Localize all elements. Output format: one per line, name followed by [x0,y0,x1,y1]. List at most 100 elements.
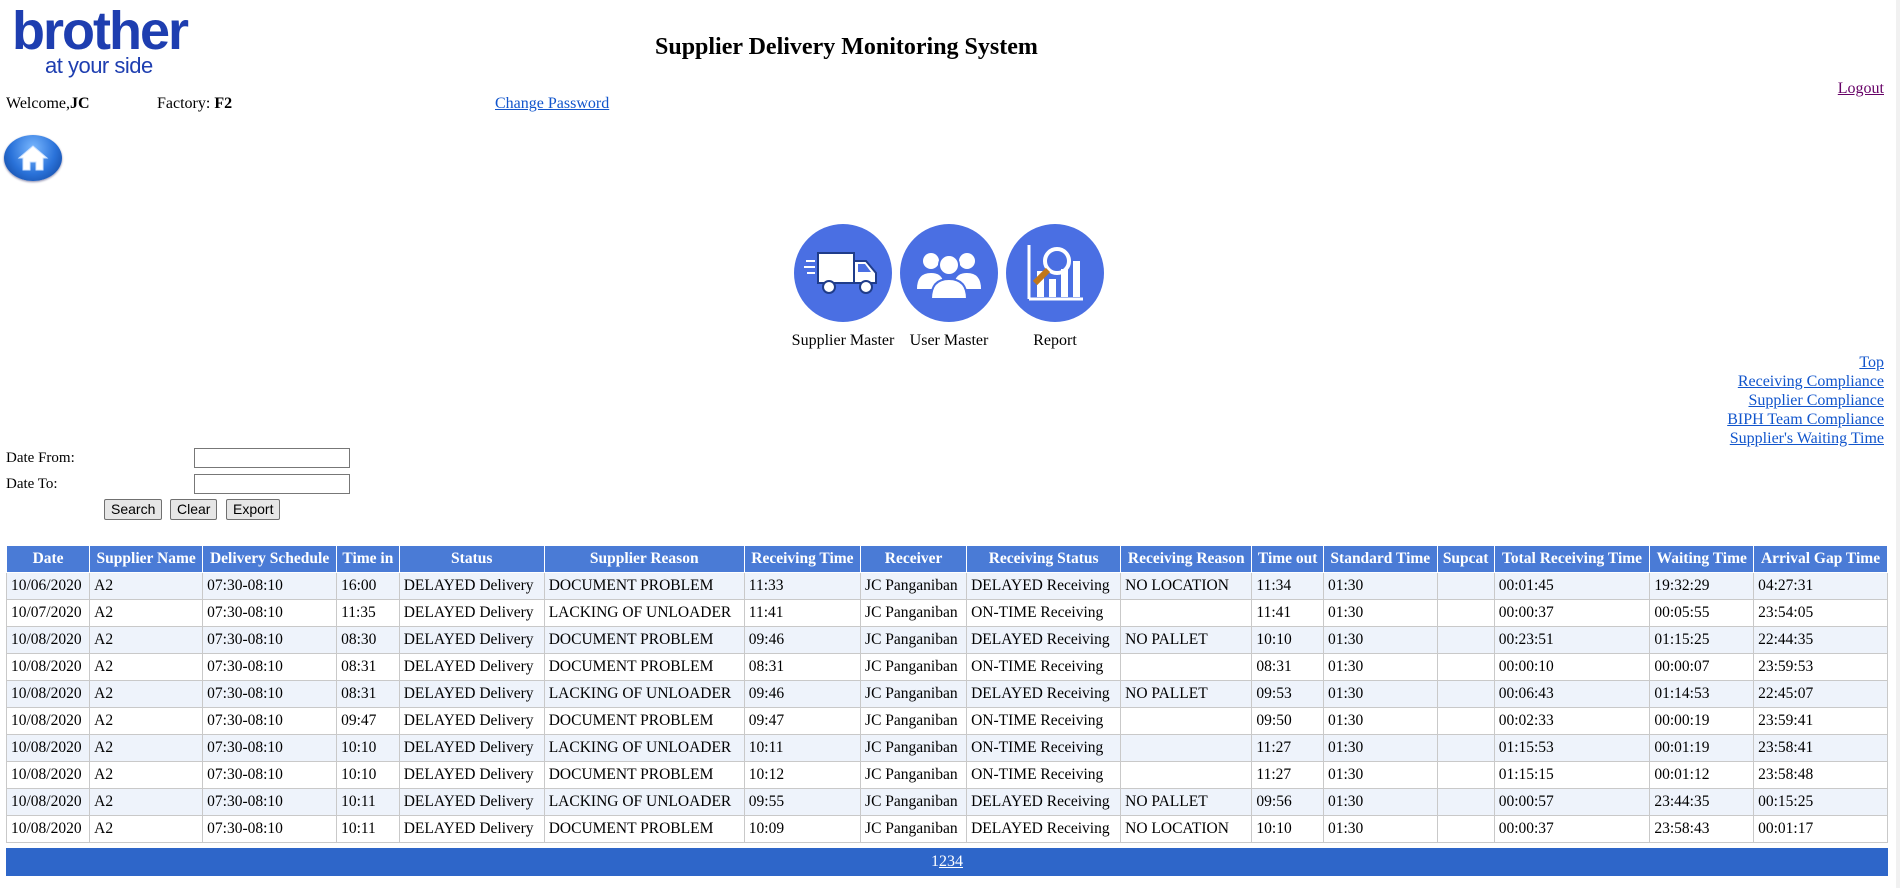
table-cell: 04:27:31 [1753,572,1888,600]
main-nav: Supplier Master User Master Report [790,224,1108,350]
logo-brand-text: brother [12,1,189,61]
link-top[interactable]: Top [1727,353,1884,372]
table-cell: 00:00:57 [1493,788,1651,816]
table-row: 10/08/2020 A2 07:30-08:10 09:47 DELAYED Deli… [5,707,1888,735]
table-cell: 01:30 [1323,626,1438,654]
table-cell: LACKING OF UNLOADER [543,788,745,816]
table-cell: JC Panganiban [860,707,968,735]
table-cell: 00:00:37 [1493,599,1651,627]
table-cell: 07:30-08:10 [202,599,338,627]
table-cell: 11:35 [336,599,400,627]
factory-text: Factory: F2 [157,95,232,113]
table-row: 10/08/2020 A2 07:30-08:10 10:11 DELAYED Deli… [5,815,1888,843]
pager-page-3[interactable]: 3 [947,853,955,870]
table-cell: 11:41 [743,599,862,627]
table-cell: DELAYED Delivery [398,734,545,762]
table-cell: 00:06:43 [1493,680,1651,708]
date-to-input[interactable] [194,474,350,494]
table-cell: 10:10 [336,734,400,762]
column-header: Standard Time [1323,545,1438,573]
welcome-user: JC [70,95,90,112]
table-header-row: Date Supplier Name Delivery Schedule Time i… [5,545,1888,573]
table-cell: ON-TIME Receiving [966,761,1122,789]
table-cell: 01:30 [1323,572,1438,600]
home-icon [17,145,49,171]
column-header: Supplier Reason [543,545,745,573]
truck-icon [794,224,892,322]
column-header: Receiving Time [743,545,862,573]
table-cell: 11:33 [743,572,862,600]
date-from-input[interactable] [194,448,350,468]
table-cell: DELAYED Delivery [398,707,545,735]
table-cell: 01:14:53 [1649,680,1755,708]
pager-page-2[interactable]: 2 [939,853,947,870]
nav-user-master[interactable]: User Master [896,224,1002,350]
table-cell: 23:44:35 [1649,788,1755,816]
table-cell: DOCUMENT PROBLEM [543,707,745,735]
table-cell: 10:11 [743,734,862,762]
column-header: Status [398,545,545,573]
table-cell [1436,572,1495,600]
table-cell: ON-TIME Receiving [966,734,1122,762]
date-to-label: Date To: [6,476,58,492]
table-cell: 22:45:07 [1753,680,1888,708]
table-cell: 22:44:35 [1753,626,1888,654]
clear-button[interactable]: Clear [170,499,218,520]
table-cell: A2 [89,626,204,654]
nav-supplier-master-label: Supplier Master [791,332,895,349]
table-cell: A2 [89,734,204,762]
table-cell: 09:47 [336,707,400,735]
vertical-scrollbar[interactable] [1896,0,1900,888]
table-cell: A2 [89,680,204,708]
table-cell: DELAYED Receiving [966,788,1122,816]
home-button[interactable] [4,135,62,181]
table-cell: 00:00:37 [1493,815,1651,843]
table-cell: 23:54:05 [1753,599,1888,627]
export-button[interactable]: Export [226,499,281,520]
nav-report[interactable]: Report [1002,224,1108,350]
link-receiving-compliance[interactable]: Receiving Compliance [1727,372,1884,391]
table-cell: 10:10 [1251,815,1324,843]
table-cell: 09:46 [743,680,862,708]
change-password-link[interactable]: Change Password [495,95,609,113]
search-button[interactable]: Search [104,499,163,520]
table-cell: JC Panganiban [860,680,968,708]
table-cell [1120,653,1253,681]
link-suppliers-waiting-time[interactable]: Supplier's Waiting Time [1727,429,1884,448]
table-cell [1120,599,1253,627]
table-cell: 01:15:25 [1649,626,1755,654]
factory-value: F2 [214,95,233,112]
table-cell: 10/08/2020 [5,734,91,762]
logout-link[interactable]: Logout [1838,80,1884,98]
column-header: Receiving Status [966,545,1122,573]
table-cell: ON-TIME Receiving [966,653,1122,681]
link-biph-team-compliance[interactable]: BIPH Team Compliance [1727,410,1884,429]
link-supplier-compliance[interactable]: Supplier Compliance [1727,391,1884,410]
table-cell: A2 [89,599,204,627]
table-row: 10/07/2020 A2 07:30-08:10 11:35 DELAYED Deli… [5,599,1888,627]
table-cell: 01:30 [1323,788,1438,816]
table-cell: 00:02:33 [1493,707,1651,735]
nav-supplier-master[interactable]: Supplier Master [790,224,896,350]
table-cell: DELAYED Delivery [398,626,545,654]
table-cell: 10/06/2020 [5,572,91,600]
table-cell: 08:31 [336,680,400,708]
column-header: Time in [336,545,400,573]
table-cell: JC Panganiban [860,599,968,627]
table-cell: ON-TIME Receiving [966,599,1122,627]
table-cell: A2 [89,572,204,600]
table-cell: DELAYED Delivery [398,599,545,627]
table-cell: 01:15:15 [1493,761,1651,789]
table-cell: 01:30 [1323,653,1438,681]
table-cell [1436,815,1495,843]
column-header: Receiving Reason [1120,545,1253,573]
delivery-table: Date Supplier Name Delivery Schedule Time i… [5,545,1888,843]
table-cell: JC Panganiban [860,761,968,789]
table-cell: A2 [89,788,204,816]
table-cell: 00:15:25 [1753,788,1888,816]
table-cell: 11:27 [1251,734,1324,762]
table-cell [1436,707,1495,735]
table-cell: DOCUMENT PROBLEM [543,653,745,681]
table-row: 10/06/2020 A2 07:30-08:10 16:00 DELAYED Deli… [5,572,1888,600]
pager-page-4[interactable]: 4 [955,853,963,870]
